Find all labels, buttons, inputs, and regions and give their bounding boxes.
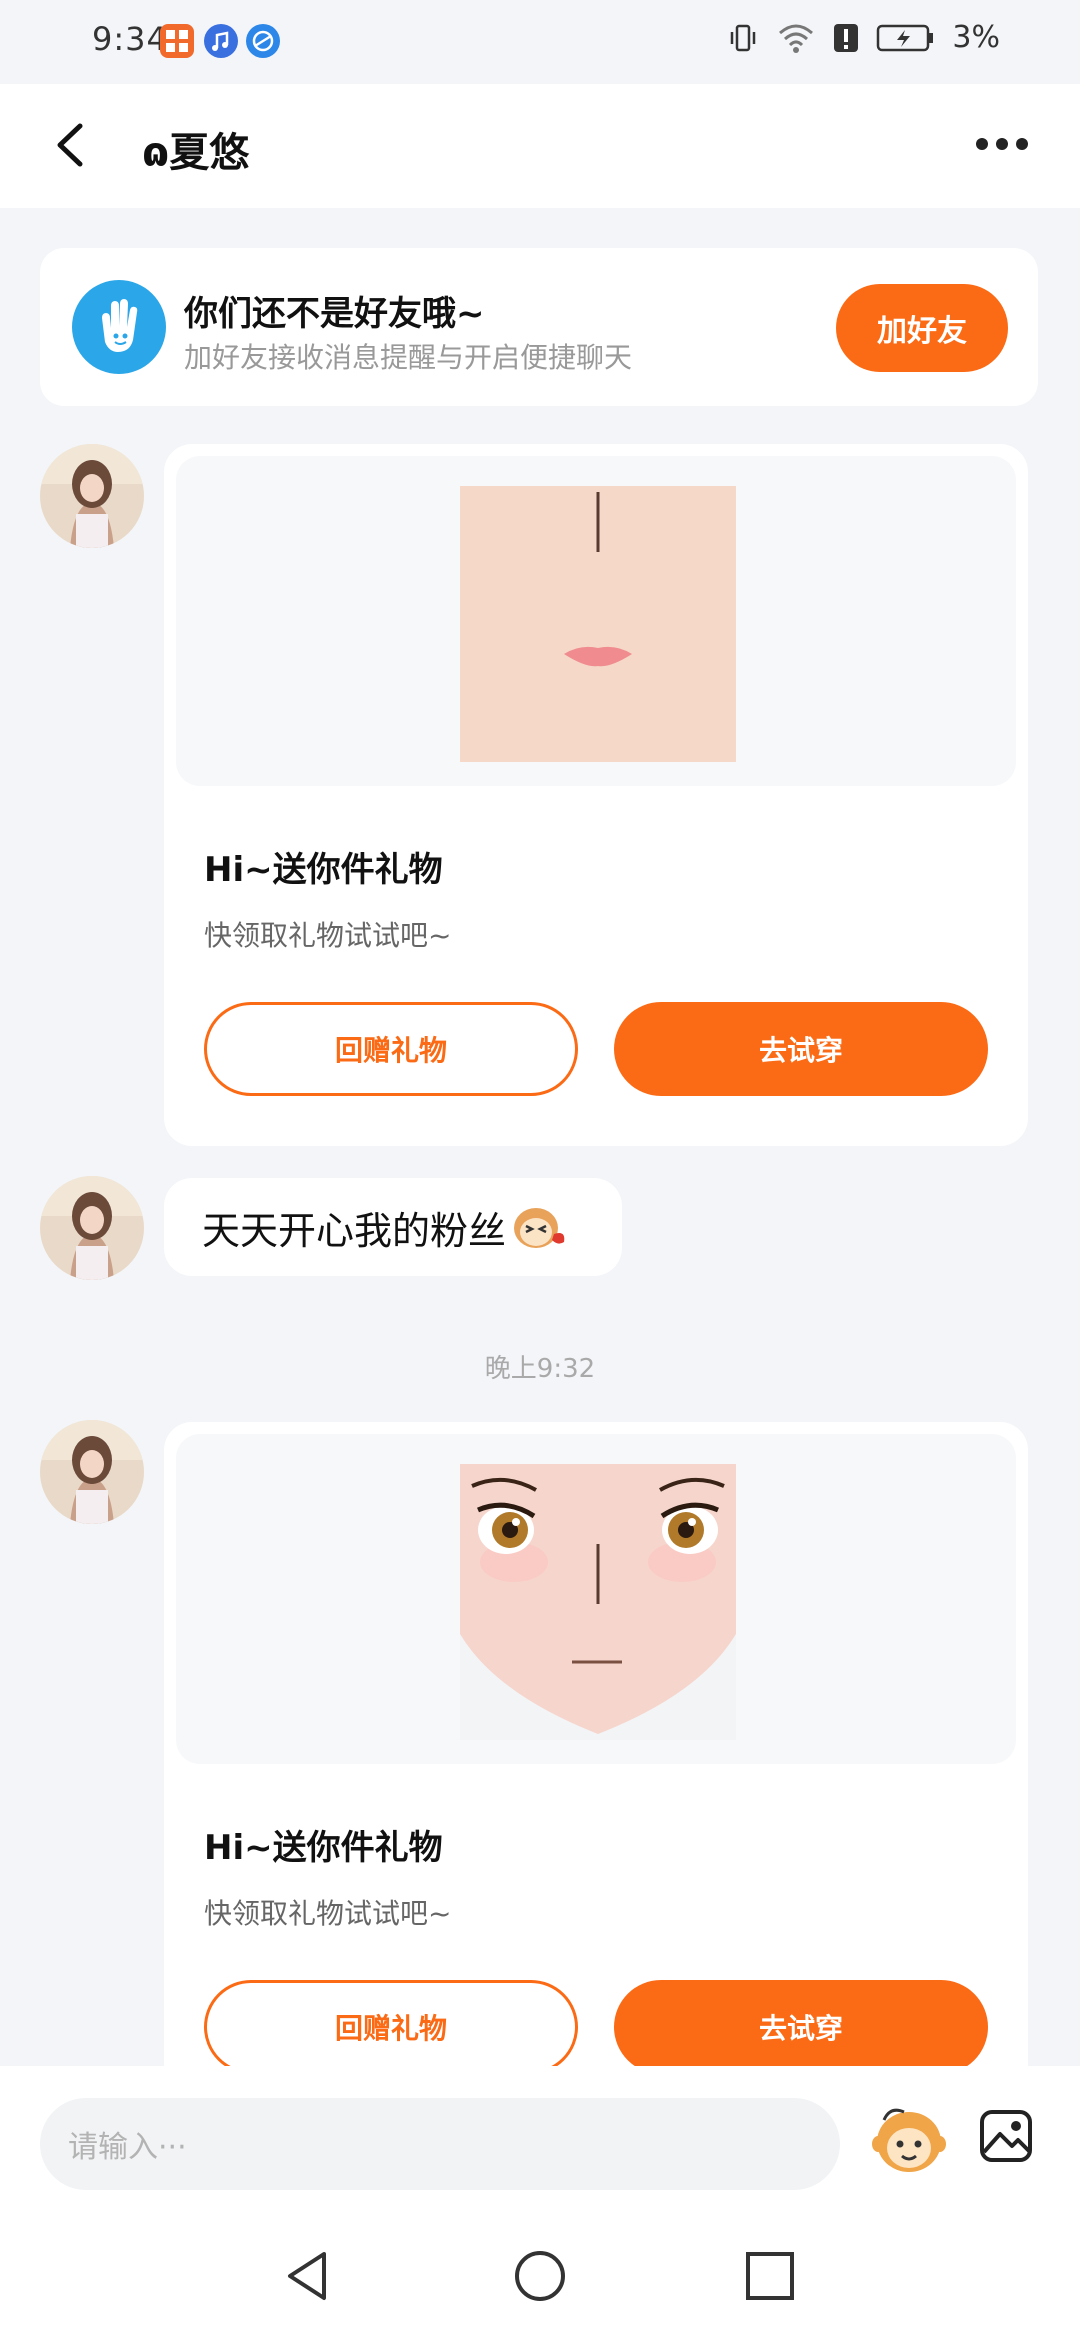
message-timestamp: 晚上9:32 <box>484 1354 596 1384</box>
music-icon <box>204 24 238 58</box>
try-on-button[interactable]: 去试穿 <box>614 1980 988 2066</box>
gift-card: Hi~送你件礼物 快领取礼物试试吧~ 回赠礼物 去试穿 <box>164 444 1028 1146</box>
status-bar: 9:34 3% <box>0 0 1080 84</box>
nav-back-icon[interactable] <box>280 2248 336 2304</box>
wave-hand-icon <box>72 280 166 374</box>
monkey-emoji-icon <box>514 1208 565 1248</box>
gift-description: 快领取礼物试试吧~ <box>204 919 452 952</box>
gift-preview[interactable] <box>176 1434 1016 1764</box>
browser-icon <box>246 24 280 58</box>
try-on-button[interactable]: 去试穿 <box>614 1002 988 1096</box>
alert-icon <box>834 23 859 52</box>
friend-banner: 你们还不是好友哦~ 加好友接收消息提醒与开启便捷聊天 加好友 <box>40 248 1038 406</box>
banner-title: 你们还不是好友哦~ <box>184 294 485 334</box>
monkey-emoji-icon[interactable] <box>870 2102 948 2178</box>
wifi-icon <box>779 24 814 53</box>
back-arrow-icon[interactable] <box>50 120 90 170</box>
gift-preview-image <box>460 1464 736 1740</box>
sender-avatar[interactable] <box>40 444 144 548</box>
input-bar: 请输入··· <box>0 2066 1080 2218</box>
text-message: 天天开心我的粉丝 <box>202 1208 507 1253</box>
chat-header: ɷ夏悠 <box>0 84 1080 208</box>
return-gift-button[interactable]: 回赠礼物 <box>204 1002 578 1096</box>
system-nav-bar <box>0 2218 1080 2340</box>
banner-subtitle: 加好友接收消息提醒与开启便捷聊天 <box>184 341 633 374</box>
nav-home-icon[interactable] <box>512 2248 568 2304</box>
gift-card: Hi~送你件礼物 快领取礼物试试吧~ 回赠礼物 去试穿 <box>164 1422 1028 2066</box>
return-gift-button[interactable]: 回赠礼物 <box>204 1980 578 2066</box>
chat-title: ɷ夏悠 <box>142 130 250 176</box>
more-dots-icon[interactable] <box>974 134 1030 154</box>
status-time: 9:34 <box>92 20 168 58</box>
nav-recents-icon[interactable] <box>742 2248 798 2304</box>
gift-title: Hi~送你件礼物 <box>204 850 443 890</box>
image-icon[interactable] <box>978 2108 1034 2164</box>
message-input[interactable]: 请输入··· <box>40 2098 840 2190</box>
battery-icon <box>877 24 934 51</box>
gift-preview[interactable] <box>176 456 1016 786</box>
gift-preview-image <box>460 486 736 762</box>
status-right: 3% <box>726 20 1000 55</box>
gift-title: Hi~送你件礼物 <box>204 1828 443 1868</box>
sender-avatar[interactable] <box>40 1176 144 1280</box>
app-icon-orange <box>160 24 194 58</box>
sender-avatar[interactable] <box>40 1420 144 1524</box>
vibrate-icon <box>731 24 756 51</box>
gift-description: 快领取礼物试试吧~ <box>204 1897 452 1930</box>
add-friend-button[interactable]: 加好友 <box>836 284 1008 372</box>
text-message-bubble[interactable]: 天天开心我的粉丝 <box>164 1178 622 1276</box>
battery-percent: 3% <box>952 20 1000 55</box>
